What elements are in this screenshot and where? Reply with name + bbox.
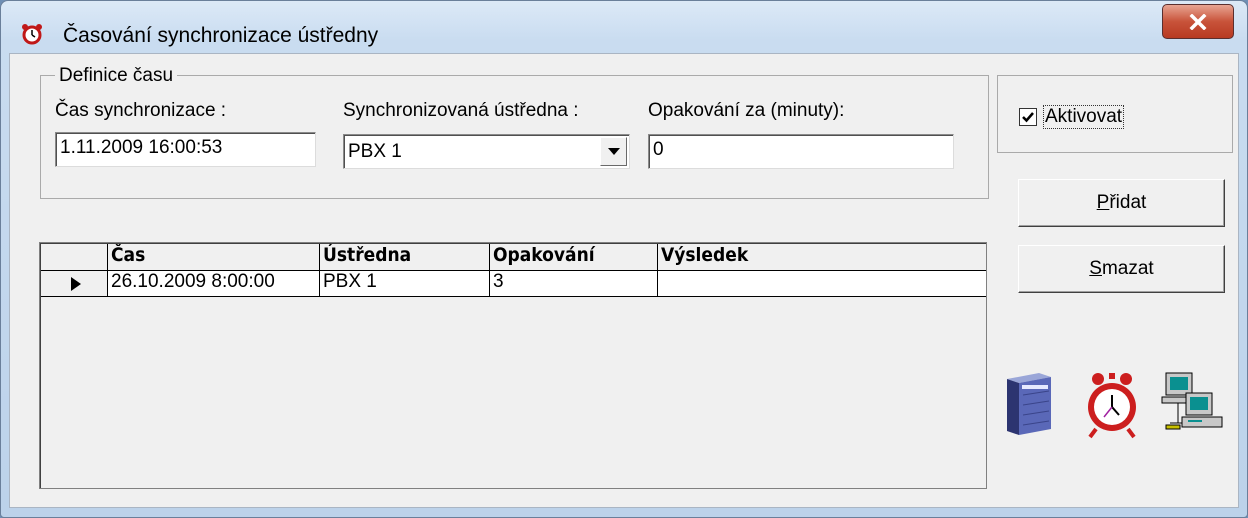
client-area: Definice času Čas synchronizace : 1.11.2… [9, 53, 1239, 508]
delete-button-label: Smazat [1089, 258, 1154, 279]
sync-time-input[interactable]: 1.11.2009 16:00:53 [55, 132, 316, 167]
column-header-repeat[interactable]: Opakování [490, 244, 658, 271]
column-header-pbx[interactable]: Ústředna [320, 244, 490, 271]
network-computers-icon [1161, 372, 1223, 430]
window-title: Časování synchronizace ústředny [63, 24, 379, 47]
cell-pbx[interactable]: PBX 1 [320, 271, 490, 297]
pbx-unit-icon [1007, 373, 1051, 435]
cell-repeat[interactable]: 3 [490, 271, 658, 297]
close-icon [1189, 13, 1207, 30]
group-legend: Definice času [55, 65, 178, 87]
dropdown-arrow-button[interactable] [600, 137, 627, 166]
column-header-result[interactable]: Výsledek [658, 244, 986, 271]
grid-indicator-header [41, 244, 108, 271]
delete-button[interactable]: Smazat [1018, 245, 1225, 293]
cell-result[interactable] [658, 271, 986, 297]
schedule-grid[interactable]: Čas Ústředna Opakování Výsledek 26.10.20… [39, 242, 987, 489]
sync-timing-window: Časování synchronizace ústředny Definice… [0, 0, 1248, 518]
current-row-arrow-icon [70, 276, 81, 291]
cell-time[interactable]: 26.10.2009 8:00:00 [108, 271, 320, 297]
add-button-label: Přidat [1096, 192, 1147, 213]
close-button[interactable] [1162, 4, 1234, 39]
column-header-time[interactable]: Čas [108, 244, 320, 271]
alarm-clock-icon [22, 24, 42, 45]
checkmark-icon [1022, 112, 1034, 123]
repeat-minutes-input[interactable]: 0 [648, 134, 954, 169]
row-indicator[interactable] [41, 271, 108, 297]
activate-label[interactable]: Aktivovat [1042, 105, 1125, 129]
pbx-select[interactable]: PBX 1 [343, 134, 630, 169]
repeat-label: Opakování za (minuty): [648, 100, 845, 121]
activate-checkbox[interactable] [1019, 108, 1037, 126]
sync-time-label: Čas synchronizace : [55, 100, 227, 121]
chevron-down-icon [607, 147, 620, 155]
title-bar[interactable]: Časování synchronizace ústředny [1, 1, 1247, 47]
alarm-clock-icon [1088, 373, 1136, 439]
pbx-label: Synchronizovaná ústředna : [343, 100, 579, 121]
pbx-select-value: PBX 1 [348, 141, 402, 162]
add-button[interactable]: Přidat [1018, 179, 1225, 227]
activate-panel: Aktivovat [997, 75, 1233, 153]
